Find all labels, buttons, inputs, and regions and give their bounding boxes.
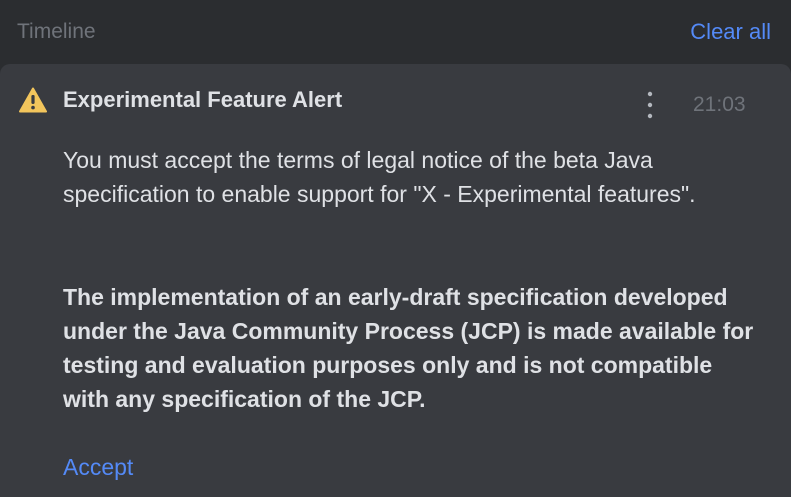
timeline-header: Timeline Clear all bbox=[0, 0, 791, 64]
notification-message: You must accept the terms of legal notic… bbox=[63, 147, 696, 207]
notification-card: Experimental Feature Alert 21:03 You mus… bbox=[0, 64, 791, 497]
notifications-panel: Timeline Clear all Experimental Feature … bbox=[0, 0, 791, 497]
notification-title: Experimental Feature Alert bbox=[63, 87, 343, 112]
accept-link[interactable]: Accept bbox=[63, 452, 133, 482]
clear-all-link[interactable]: Clear all bbox=[690, 19, 771, 45]
timeline-title: Timeline bbox=[17, 20, 96, 43]
notification-time: 21:03 bbox=[693, 93, 746, 116]
more-vertical-icon[interactable] bbox=[640, 90, 660, 120]
warning-icon bbox=[19, 87, 47, 113]
notification-notice: The implementation of an early-draft spe… bbox=[63, 284, 754, 412]
